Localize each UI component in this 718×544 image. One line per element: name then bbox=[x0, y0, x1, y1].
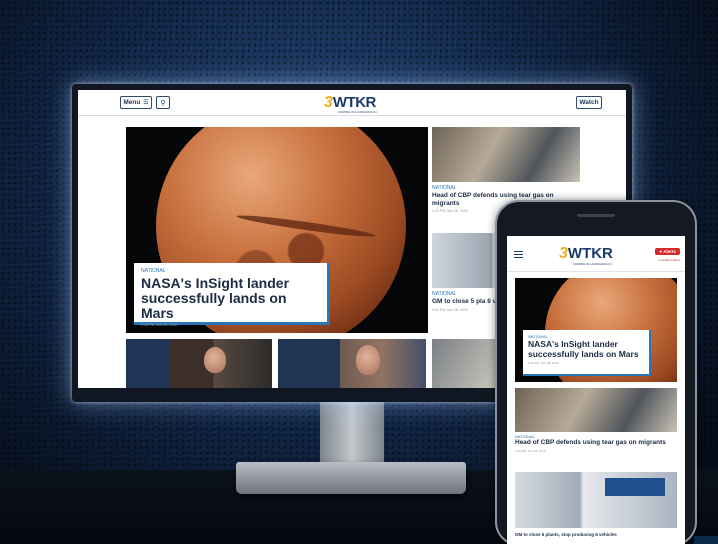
mobile-hero-headline[interactable]: NASA's InSight lander successfully lands… bbox=[528, 339, 644, 359]
mobile-phone: 3 WTKR COMING IN LAUNCHING IN ● Alerts 3… bbox=[497, 202, 695, 544]
mobile-story-2[interactable]: NATIONAL Head of CBP defends using tear … bbox=[515, 434, 677, 453]
weather-alerts-count: 3 weather alerts bbox=[658, 258, 680, 262]
mobile-hero-timestamp: 2:46 PM, Nov 26, 2018 bbox=[528, 361, 559, 365]
mobile-story-2-headline[interactable]: Head of CBP defends using tear gas on mi… bbox=[515, 439, 677, 447]
person-image bbox=[204, 347, 226, 373]
mobile-logo-number: 3 bbox=[559, 245, 568, 262]
hero-category: NATIONAL bbox=[141, 268, 166, 274]
alerts-button[interactable]: ● Alerts bbox=[655, 248, 680, 255]
search-icon: ⚲ bbox=[160, 99, 166, 107]
mobile-hero-story[interactable]: NATIONAL NASA's InSight lander successfu… bbox=[515, 278, 677, 382]
watch-label: Watch bbox=[579, 99, 599, 106]
person-image bbox=[356, 345, 380, 375]
mobile-story-image-gm[interactable] bbox=[515, 472, 677, 528]
monitor-stand-neck bbox=[320, 400, 384, 466]
menu-label: Menu bbox=[123, 99, 141, 106]
logo-tagline: COMING IN LAUNCHING IN bbox=[338, 110, 377, 114]
logo-number: 3 bbox=[324, 94, 333, 111]
hamburger-icon: ☰ bbox=[143, 100, 149, 106]
watch-button[interactable]: Watch bbox=[576, 96, 602, 109]
side-story-1-category: NATIONAL bbox=[432, 185, 457, 191]
mobile-story-2-timestamp: 4:43 PM, Nov 26, 2018 bbox=[515, 448, 546, 453]
mobile-hero-card: NATIONAL NASA's InSight lander successfu… bbox=[523, 330, 651, 376]
monitor-stand-base bbox=[236, 462, 466, 494]
mobile-story-3-headline[interactable]: GM to close 5 plants, stop producing 6 v… bbox=[515, 532, 685, 537]
hero-card: NATIONAL NASA's InSight lander successfu… bbox=[134, 263, 330, 327]
menu-button[interactable]: Menu ☰ bbox=[120, 96, 152, 109]
thumbnail-story-1[interactable] bbox=[126, 339, 272, 388]
mobile-screen: 3 WTKR COMING IN LAUNCHING IN ● Alerts 3… bbox=[507, 236, 685, 544]
thumbnail-story-2[interactable] bbox=[278, 339, 426, 388]
hero-headline[interactable]: NASA's InSight lander successfully lands… bbox=[141, 276, 320, 321]
story-image-migrants bbox=[432, 127, 580, 182]
mobile-logo-tagline: COMING IN LAUNCHING IN bbox=[573, 262, 612, 266]
hamburger-icon[interactable] bbox=[514, 251, 523, 258]
phone-speaker bbox=[577, 214, 615, 217]
alerts-label: Alerts bbox=[663, 249, 676, 254]
alert-icon: ● bbox=[659, 249, 663, 254]
side-story-1[interactable]: NATIONAL Head of CBP defends using tear … bbox=[432, 127, 580, 213]
hero-story[interactable]: NATIONAL NASA's InSight lander successfu… bbox=[126, 127, 428, 333]
mobile-logo[interactable]: 3 WTKR COMING IN LAUNCHING IN bbox=[559, 245, 613, 266]
corner-mark bbox=[694, 536, 718, 544]
mobile-header: 3 WTKR COMING IN LAUNCHING IN ● Alerts 3… bbox=[507, 236, 685, 272]
search-button[interactable]: ⚲ bbox=[156, 96, 170, 109]
site-header: Menu ☰ ⚲ 3 WTKR COMING IN LAUNCHING IN W… bbox=[78, 90, 626, 116]
site-logo[interactable]: 3 WTKR COMING IN LAUNCHING IN bbox=[324, 94, 377, 114]
building-sign bbox=[605, 478, 665, 496]
hero-timestamp: 2:46 PM, Nov 26, 2018 bbox=[141, 323, 177, 327]
logo-text: WTKR bbox=[332, 94, 377, 111]
mobile-story-image-migrants[interactable] bbox=[515, 388, 677, 432]
mobile-logo-text: WTKR bbox=[567, 245, 613, 262]
